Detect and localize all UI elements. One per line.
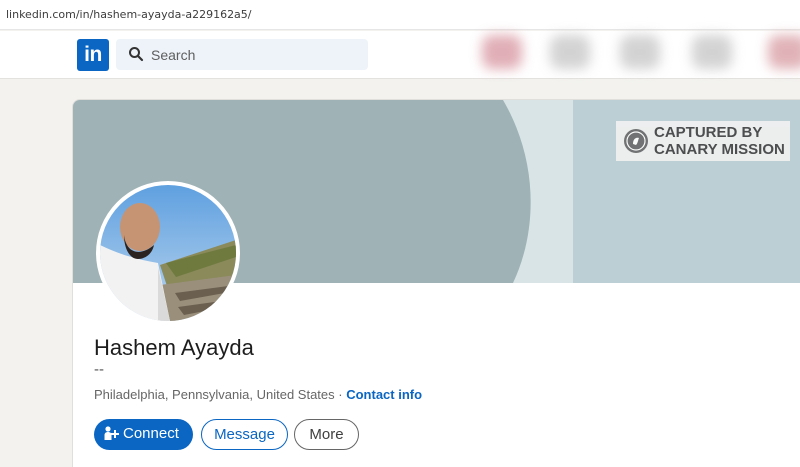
blurred-nav-icon[interactable] [550,35,590,69]
watermark-line1: CAPTURED BY [654,124,763,141]
profile-headline: -- [94,361,104,378]
blurred-nav-icon[interactable] [620,35,660,69]
nav-icons-blurred [470,31,800,79]
contact-info-link[interactable]: Contact info [346,387,422,402]
top-navigation: in Search [0,31,800,79]
profile-name: Hashem Ayayda [94,335,254,360]
profile-card: CAPTURED BY CANARY MISSION Hashem Ayayda… [72,99,800,467]
profile-location-line: Philadelphia, Pennsylvania, United State… [94,387,422,402]
search-placeholder: Search [151,47,196,63]
more-button[interactable]: More [294,419,359,450]
canary-bird-icon [624,129,648,153]
blurred-nav-icon[interactable] [692,35,732,69]
blurred-nav-icon[interactable] [768,35,800,69]
search-icon [129,47,144,62]
message-button[interactable]: Message [201,419,288,450]
connect-button[interactable]: Connect [94,419,193,450]
profile-location: Philadelphia, Pennsylvania, United State… [94,387,335,402]
location-separator: · [334,387,347,402]
search-input[interactable]: Search [116,39,368,70]
profile-photo[interactable] [96,181,240,325]
browser-address-bar[interactable]: linkedin.com/in/hashem-ayayda-a229162a5/ [0,0,800,30]
blurred-nav-icon[interactable] [482,35,522,69]
person-plus-icon [104,426,119,441]
watermark-line2: CANARY MISSION [654,141,785,158]
linkedin-logo[interactable]: in [77,39,109,71]
url-text[interactable]: linkedin.com/in/hashem-ayayda-a229162a5/ [6,8,252,21]
connect-label: Connect [123,425,179,442]
canary-mission-watermark: CAPTURED BY CANARY MISSION [616,121,790,161]
